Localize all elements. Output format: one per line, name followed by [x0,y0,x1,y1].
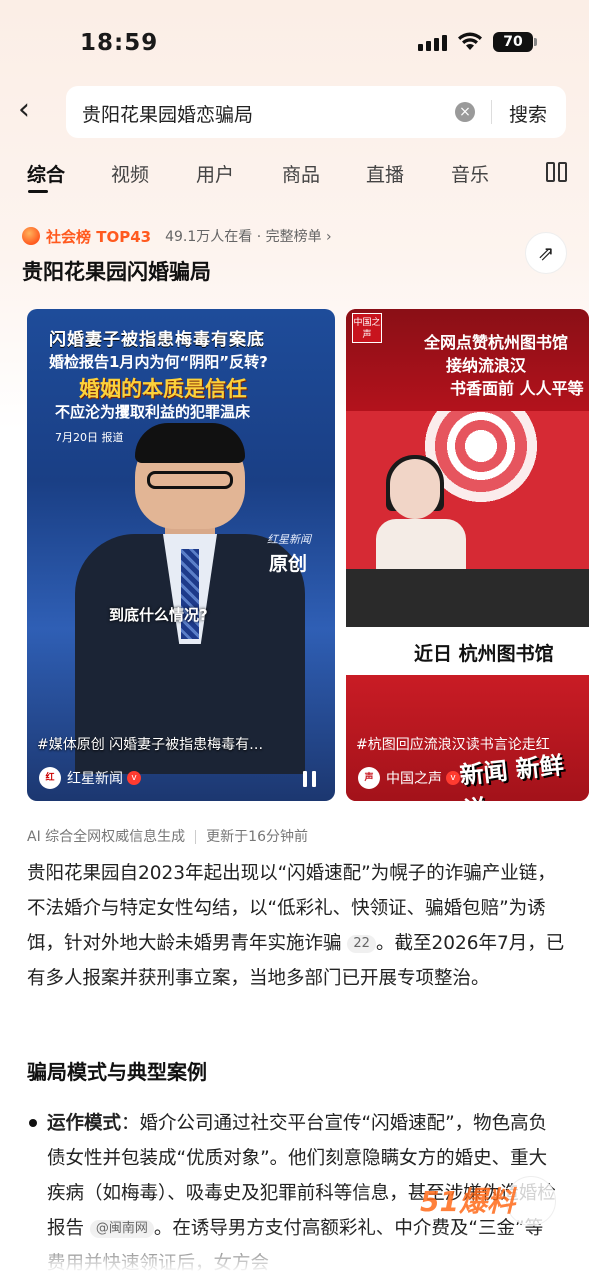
verified-icon: v [127,771,141,785]
source-avatar: 声 [358,767,380,789]
video-headline: 闪婚妻子被指患梅毒有案底 [49,330,265,350]
video-source[interactable]: 红 红星新闻 v [39,767,141,789]
back-icon[interactable]: ‹ [18,95,48,126]
source-name: 中国之声 [386,771,442,787]
channel-logo-text: 红星新闻 [267,533,311,546]
ai-info-line: AI 综合全网权威信息生成 更新于16分钟前 [27,826,308,846]
video-headline: 不应沦为攫取利益的犯罪温床 [55,403,251,421]
divider [195,830,197,844]
share-icon[interactable]: ⇗ [525,232,567,274]
clear-icon[interactable]: × [455,102,475,122]
topic-title: 贵阳花果园闪婚骗局 [22,260,211,284]
layout-toggle-icon[interactable] [546,162,568,184]
source-avatar: 红 [39,767,61,789]
video-lower-third: 近日 杭州图书馆 [346,627,589,675]
pause-icon[interactable] [303,771,317,787]
video-headline: 书香面前 人人平等 [450,379,584,398]
watermark-logo: 51爆料 [420,1185,515,1218]
video-caption: #媒体原创 闪婚妻子被指患梅毒有… [37,737,264,753]
ai-summary-paragraph: 贵阳花果园自2023年起出现以“闪婚速配”为幌子的诈骗产业链，不法婚介与特定女性… [27,856,567,996]
search-button[interactable]: 搜索 [509,100,547,127]
tab-live[interactable]: 直播 [366,160,404,187]
clock: 18:59 [80,30,159,56]
search-input[interactable]: 贵阳花果园婚恋骗局 [82,100,253,127]
channel-logo: 中国之声 [352,313,382,343]
wifi-icon [458,32,482,50]
video-headline: 婚检报告1月内为何“阴阳”反转? [49,353,268,371]
tab-products[interactable]: 商品 [282,160,320,187]
ranking-row[interactable]: 社会榜 TOP43 49.1万人在看 · 完整榜单 › [22,224,332,248]
ranking-meta[interactable]: 49.1万人在看 · 完整榜单 › [165,226,332,246]
active-tab-indicator [28,190,48,193]
search-divider [491,100,492,124]
reference-badge[interactable]: 22 [347,935,376,953]
tab-comprehensive[interactable]: 综合 [27,160,65,187]
ranking-label: 社会榜 TOP43 [46,227,152,246]
tab-users[interactable]: 用户 [196,160,234,187]
news-anchor-image [75,423,305,774]
tab-music[interactable]: 音乐 [451,160,489,187]
section-heading: 骗局模式与典型案例 [27,1060,207,1084]
video-subtitle: 到底什么情况? [109,606,208,624]
battery-icon: 70 [493,32,537,52]
category-tabs: 综合 视频 用户 商品 直播 音乐 [0,160,589,194]
video-headline-highlight: 婚姻的本质是信任 [79,377,247,401]
news-desk [346,569,589,629]
channel-logo-text: 原创 [269,553,308,575]
status-bar: 18:59 70 [0,0,589,80]
video-headline: 接纳流浪汉 [446,356,527,375]
tab-video[interactable]: 视频 [111,160,149,187]
hot-icon [22,227,40,245]
lower-third-text: 近日 杭州图书馆 [414,643,554,665]
search-bar: ‹ 贵阳花果园婚恋骗局 × 搜索 [0,84,589,140]
source-name: 红星新闻 [67,771,123,787]
video-headline: 全网点赞杭州图书馆 [424,333,569,352]
verified-icon: v [446,771,460,785]
search-box[interactable]: 贵阳花果园婚恋骗局 × 搜索 [66,86,566,138]
video-source[interactable]: 声 中国之声 v [358,767,460,789]
bottom-fade [0,1230,589,1280]
video-card[interactable]: 闪婚妻子被指患梅毒有案底 婚检报告1月内为何“阴阳”反转? 婚姻的本质是信任 不… [27,309,335,801]
updated-time: 更新于16分钟前 [206,829,308,845]
video-card[interactable]: 中国之声 全网点赞杭州图书馆 接纳流浪汉 书香面前 人人平等 近日 杭州图书馆 … [346,309,589,801]
ai-generated-label: AI 综合全网权威信息生成 [27,829,186,845]
signal-icon [418,33,447,51]
bullet-label: 运作模式 [47,1113,122,1134]
